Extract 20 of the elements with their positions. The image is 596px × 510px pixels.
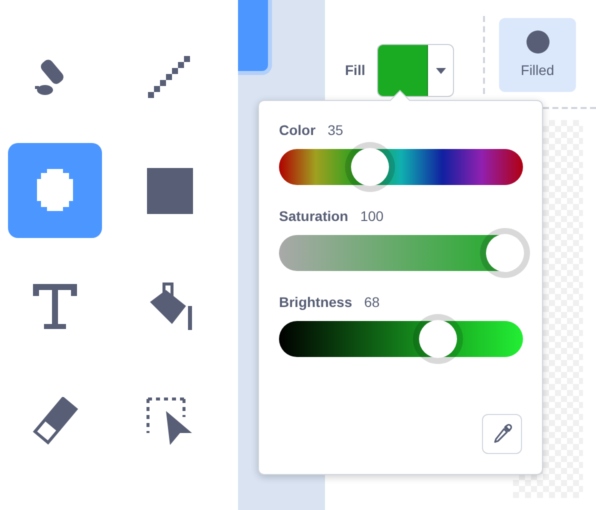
- tool-button[interactable]: [8, 143, 102, 238]
- slider-thumb[interactable]: [480, 228, 530, 278]
- slider-value: 68: [364, 292, 380, 312]
- caret-icon: [436, 68, 446, 74]
- slider-value: 100: [360, 206, 384, 226]
- square-icon: [146, 166, 194, 214]
- filled-button[interactable]: Filled: [499, 18, 576, 92]
- eraser-icon: [31, 396, 79, 444]
- color-slider[interactable]: [279, 228, 531, 278]
- fill-color-picker[interactable]: [377, 44, 454, 97]
- circle-icon: [526, 30, 550, 54]
- eyedropper-button[interactable]: [482, 414, 522, 454]
- slider-label: Brightness: [279, 292, 352, 312]
- slider-value: 35: [328, 120, 344, 140]
- select-icon: [146, 396, 194, 444]
- eyedropper-icon: [491, 423, 513, 445]
- slider-label: Color: [279, 120, 316, 140]
- slider-label: Saturation: [279, 206, 348, 226]
- fill-label: Fill: [345, 61, 366, 80]
- text-icon: [31, 282, 79, 330]
